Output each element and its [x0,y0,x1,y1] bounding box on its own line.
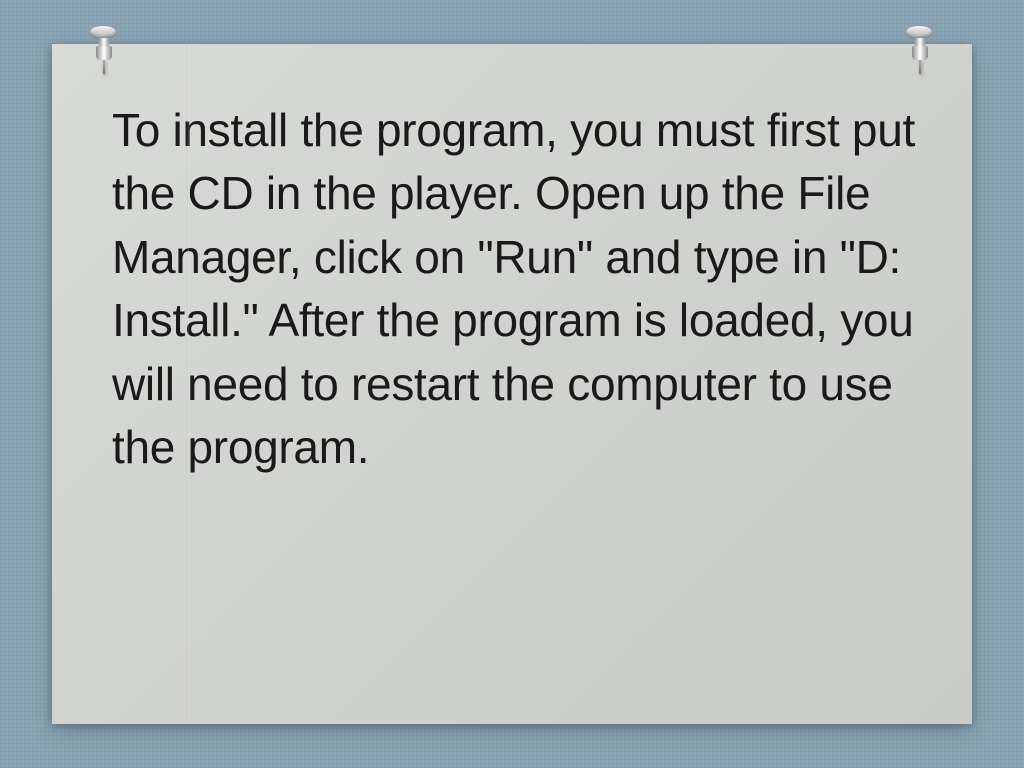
note-body-text: To install the program, you must first p… [112,99,922,480]
pinned-note-card: To install the program, you must first p… [52,44,972,724]
pushpin-icon [90,26,118,74]
pushpin-icon [906,26,934,74]
paper-fold-line [187,44,188,724]
